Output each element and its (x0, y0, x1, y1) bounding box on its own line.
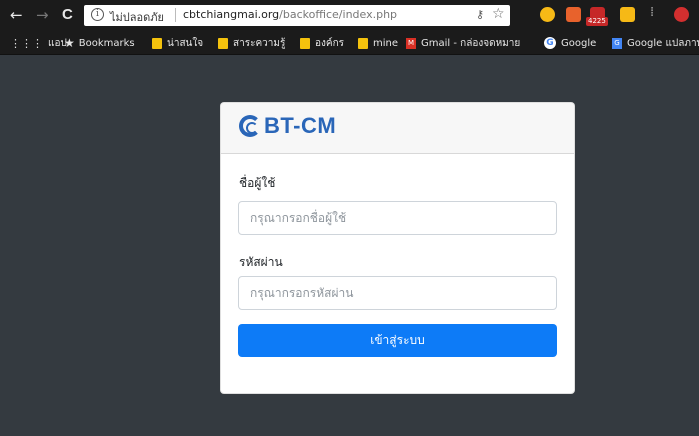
folder-icon (358, 37, 368, 49)
address-bar[interactable]: i ไม่ปลอดภัย cbtchiangmai.org/backoffice… (84, 5, 510, 26)
login-card: BT-CM ชื่อผู้ใช้ รหัสผ่าน เข้าสู่ระบบ (220, 102, 575, 394)
browser-toolbar: ← → C i ไม่ปลอดภัย cbtchiangmai.org/back… (0, 0, 699, 30)
gmail-icon: M (406, 37, 416, 49)
extension-badge: 4225 (586, 17, 608, 26)
username-label: ชื่อผู้ใช้ (239, 176, 276, 190)
star-icon: ★ (64, 36, 75, 50)
logo-c-icon (239, 115, 261, 137)
separator-icon: ⁞ (650, 5, 655, 20)
cbt-cm-logo: BT-CM (239, 113, 336, 139)
bookmarks-bar: ⋮⋮⋮ แอป ★ Bookmarks น่าสนใจ สาระความรู้ … (0, 30, 699, 55)
back-arrow-icon[interactable]: ← (10, 6, 23, 24)
logo-text: BT-CM (264, 113, 337, 138)
forward-arrow-icon[interactable]: → (36, 6, 49, 24)
login-card-header: BT-CM (221, 103, 574, 154)
extension-icon[interactable] (566, 7, 581, 22)
bookmark-gmail[interactable]: M Gmail - กล่องจดหมาย (406, 35, 520, 51)
key-icon[interactable]: ⚷ (476, 8, 484, 21)
bookmark-folder[interactable]: น่าสนใจ (152, 35, 203, 51)
security-status[interactable]: ไม่ปลอดภัย (110, 8, 164, 26)
bookmark-google[interactable]: G Google (544, 35, 596, 51)
google-icon: G (544, 37, 556, 49)
folder-icon (152, 37, 162, 49)
url-text[interactable]: cbtchiangmai.org/backoffice/index.php (183, 8, 397, 21)
bookmark-apps[interactable]: ⋮⋮⋮ แอป (10, 35, 67, 51)
address-divider (175, 8, 176, 22)
login-button[interactable]: เข้าสู่ระบบ (238, 324, 557, 357)
google-translate-icon: G (612, 37, 622, 49)
bookmark-folder[interactable]: mine (358, 35, 398, 51)
bookmark-folder[interactable]: สาระความรู้ (218, 35, 285, 51)
bookmark-folder[interactable]: องค์กร (300, 35, 344, 51)
bookmark-bookmarks[interactable]: ★ Bookmarks (64, 35, 135, 51)
folder-icon (218, 37, 228, 49)
password-input[interactable] (238, 276, 557, 310)
info-icon[interactable]: i (91, 8, 104, 21)
reload-icon[interactable]: C (62, 6, 73, 24)
apps-icon: ⋮⋮⋮ (10, 36, 43, 50)
extension-icon[interactable] (620, 7, 635, 22)
page-background: BT-CM ชื่อผู้ใช้ รหัสผ่าน เข้าสู่ระบบ (0, 56, 699, 436)
username-input[interactable] (238, 201, 557, 235)
password-label: รหัสผ่าน (239, 255, 283, 269)
pinterest-icon[interactable] (674, 7, 689, 22)
bookmark-google-translate[interactable]: G Google แปลภาษา (612, 35, 699, 51)
folder-icon (300, 37, 310, 49)
extension-icon[interactable] (540, 7, 555, 22)
bookmark-star-icon[interactable]: ☆ (492, 6, 505, 22)
